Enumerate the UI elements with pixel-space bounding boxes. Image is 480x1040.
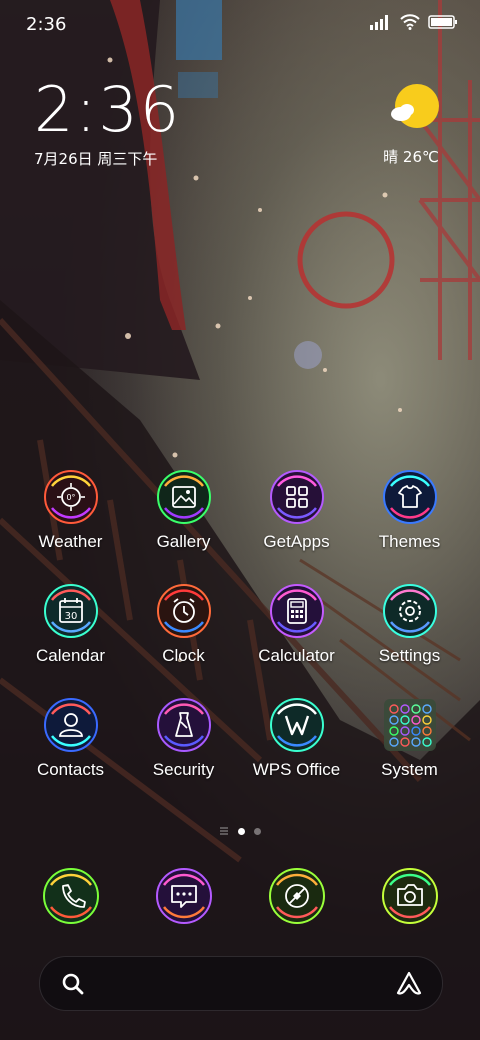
dock-camera[interactable] (353, 866, 466, 926)
app-label: Weather (38, 532, 103, 551)
gallery-icon (156, 470, 211, 524)
browser-icon (268, 868, 325, 924)
phone-icon (42, 868, 99, 924)
messages-icon (155, 868, 212, 924)
app-calculator[interactable]: Calculator (240, 582, 353, 666)
app-calendar[interactable]: 30 Calendar (14, 582, 127, 666)
app-security[interactable]: Security (127, 696, 240, 780)
app-wps-office[interactable]: WPS Office (240, 696, 353, 780)
clock-icon (156, 584, 211, 638)
dock-phone[interactable] (14, 866, 127, 926)
battery-icon (428, 15, 457, 29)
calendar-icon: 30 (43, 584, 98, 638)
app-label: WPS Office (252, 760, 341, 779)
app-label: Calendar (36, 646, 105, 665)
contacts-icon (43, 698, 98, 752)
widget-date: 7月26日 周三下午 (34, 150, 158, 168)
app-label: Contacts (36, 760, 105, 779)
security-icon (156, 698, 211, 752)
search-bar[interactable] (39, 956, 443, 1011)
page-indicator[interactable] (0, 826, 480, 836)
weather-text: 晴 26℃ (383, 148, 439, 166)
weather-widget[interactable]: 晴 26℃ (376, 82, 446, 167)
app-label: Themes (378, 532, 441, 551)
settings-icon (382, 584, 437, 638)
clock-widget[interactable]: 2:36 7月26日 周三下午 (34, 78, 181, 169)
app-themes[interactable]: Themes (353, 468, 466, 552)
wps-office-icon (269, 698, 324, 752)
calculator-icon (269, 584, 324, 638)
app-clock[interactable]: Clock (127, 582, 240, 666)
app-settings[interactable]: Settings (353, 582, 466, 666)
app-label: Settings (378, 646, 441, 665)
app-grid: 0° Weather Gallery GetApps Themes 30 Cal… (14, 468, 466, 780)
getapps-icon (269, 470, 324, 524)
assistant-icon[interactable] (394, 969, 424, 999)
app-system-folder[interactable]: System (353, 696, 466, 780)
sun-cloud-icon (390, 84, 439, 128)
widget-time: 2:36 (34, 73, 182, 146)
svg-text:0°: 0° (66, 493, 75, 502)
signal-icon (370, 15, 388, 30)
app-weather[interactable]: 0° Weather (14, 468, 127, 552)
camera-icon (381, 868, 438, 924)
home-screen: 2:36 2:36 7月26日 周三下午 晴 26℃ 0° Weather Ga… (0, 0, 480, 1040)
calendar-day: 30 (64, 611, 77, 622)
system-folder-icon (383, 699, 436, 751)
page-dot[interactable] (254, 827, 261, 835)
status-time: 2:36 (26, 14, 67, 35)
app-getapps[interactable]: GetApps (240, 468, 353, 552)
dock-messages[interactable] (127, 866, 240, 926)
themes-icon (382, 470, 437, 524)
status-bar: 2:36 (0, 0, 480, 50)
list-view-icon (220, 827, 228, 835)
dock (14, 866, 466, 926)
app-gallery[interactable]: Gallery (127, 468, 240, 552)
app-label: Gallery (156, 532, 211, 551)
page-dot-active[interactable] (238, 827, 245, 835)
app-label: GetApps (263, 532, 330, 551)
dock-browser[interactable] (240, 866, 353, 926)
app-contacts[interactable]: Contacts (14, 696, 127, 780)
weather-icon: 0° (43, 470, 98, 524)
app-label: Clock (162, 646, 205, 665)
app-label: Security (152, 760, 215, 779)
wifi-icon (400, 14, 420, 30)
search-icon[interactable] (60, 971, 86, 997)
app-label: System (381, 760, 438, 779)
app-label: Calculator (258, 646, 335, 665)
